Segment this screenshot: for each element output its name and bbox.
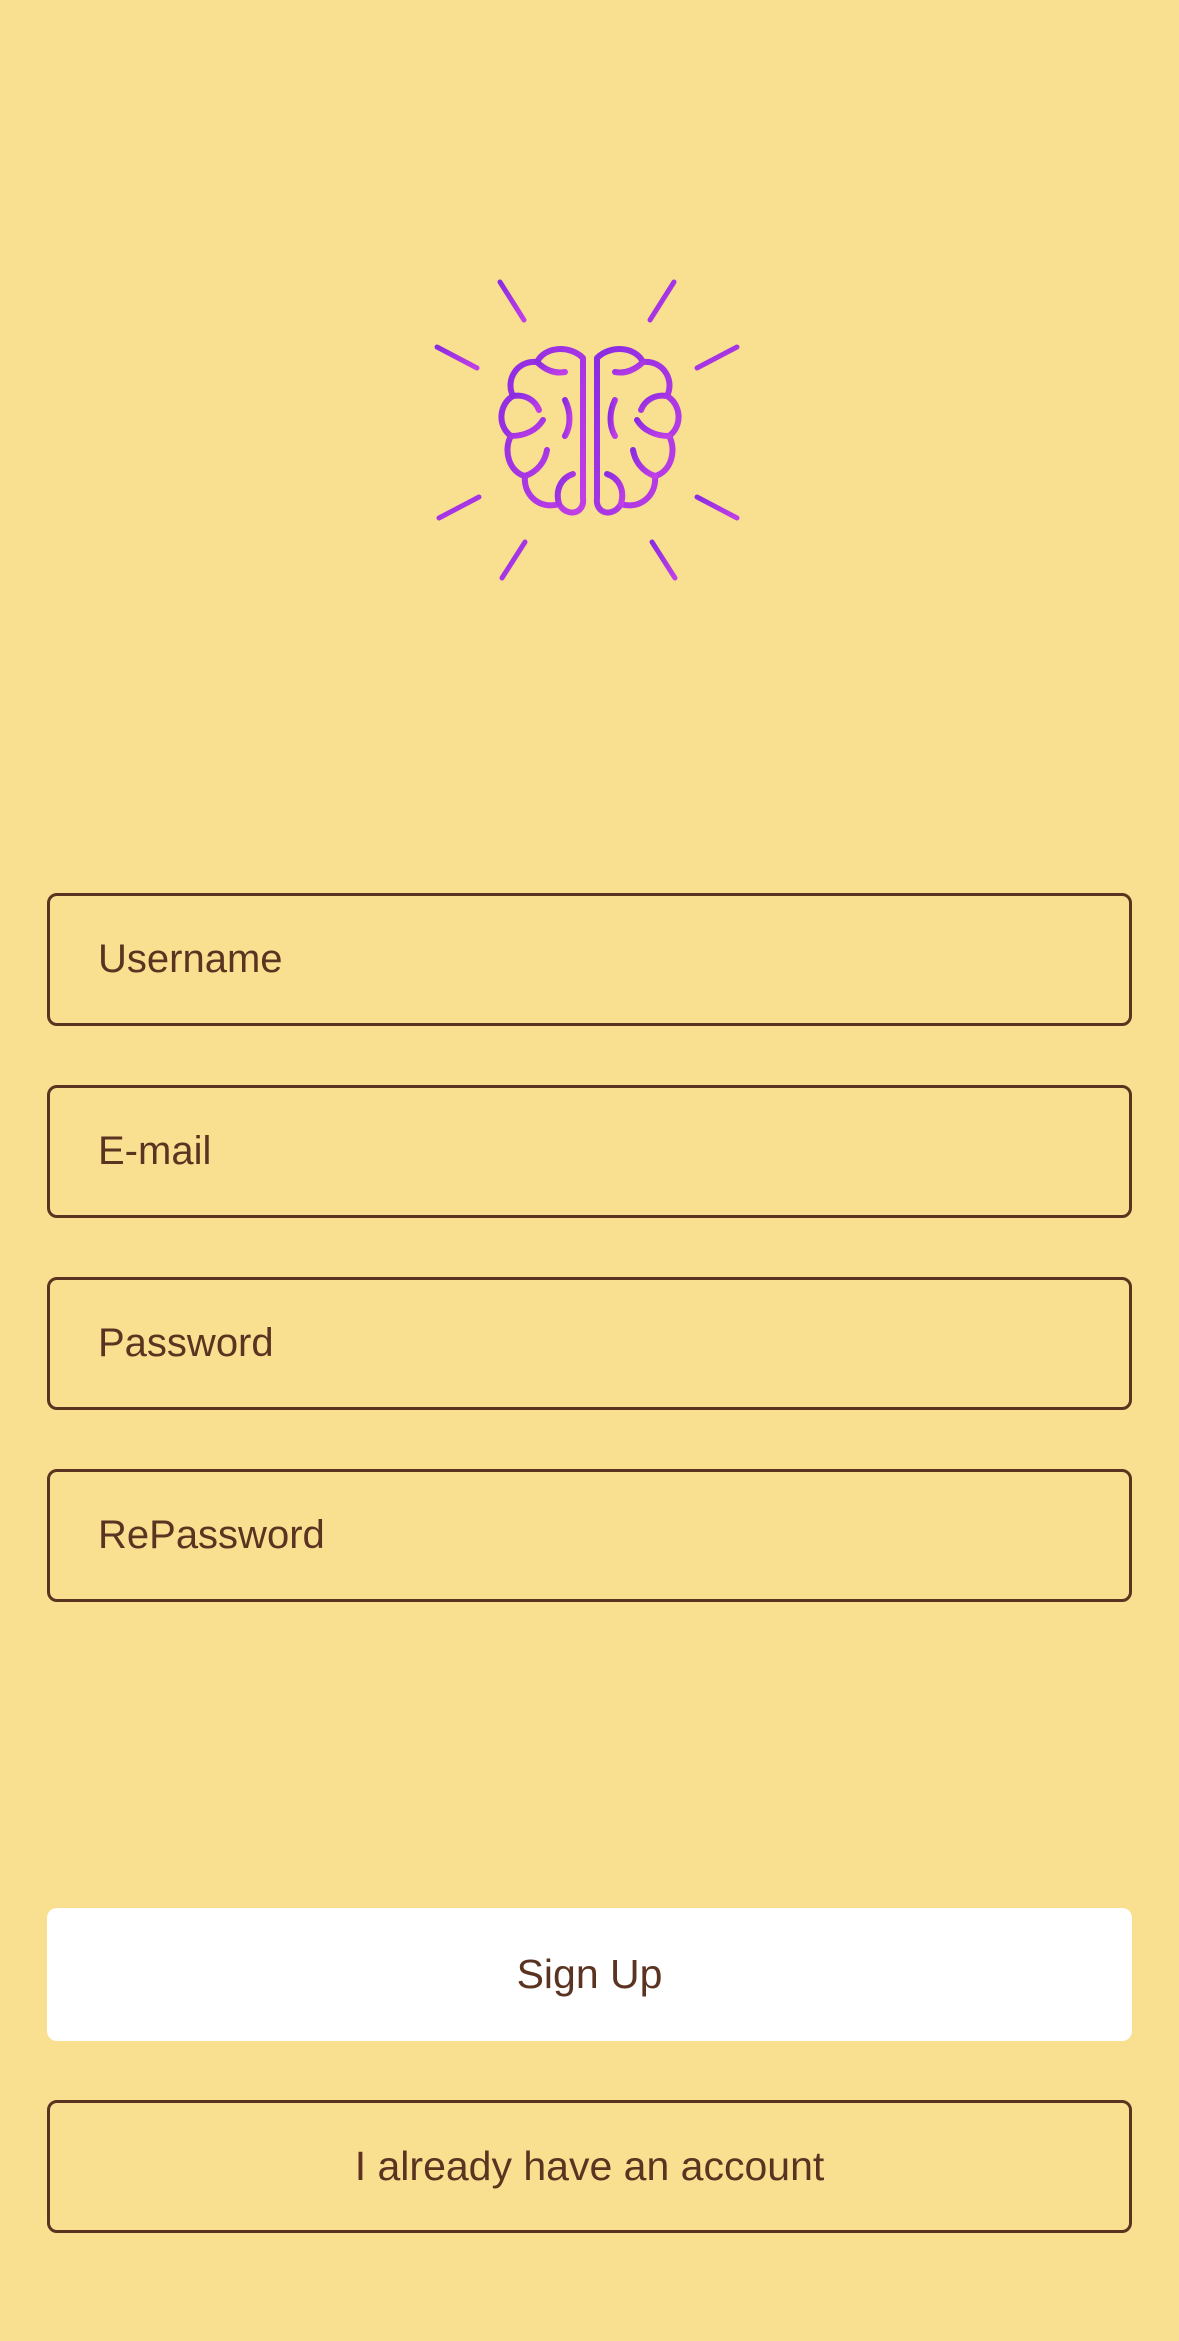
sign-up-label: Sign Up xyxy=(516,1951,663,1997)
existing-account-label: I already have an account xyxy=(354,2143,825,2189)
brain-idea-icon xyxy=(405,250,775,620)
existing-account-button[interactable]: I already have an account xyxy=(47,2100,1132,2233)
email-field[interactable] xyxy=(47,1085,1132,1218)
repassword-field[interactable] xyxy=(47,1469,1132,1602)
username-field[interactable] xyxy=(47,893,1132,1026)
username-input[interactable] xyxy=(50,896,1129,1023)
email-input[interactable] xyxy=(50,1088,1129,1215)
sign-up-button[interactable]: Sign Up xyxy=(47,1908,1132,2041)
password-field[interactable] xyxy=(47,1277,1132,1410)
brain-shape xyxy=(498,346,682,516)
password-input[interactable] xyxy=(50,1280,1129,1407)
light-rays xyxy=(414,257,760,605)
repassword-input[interactable] xyxy=(50,1472,1129,1599)
